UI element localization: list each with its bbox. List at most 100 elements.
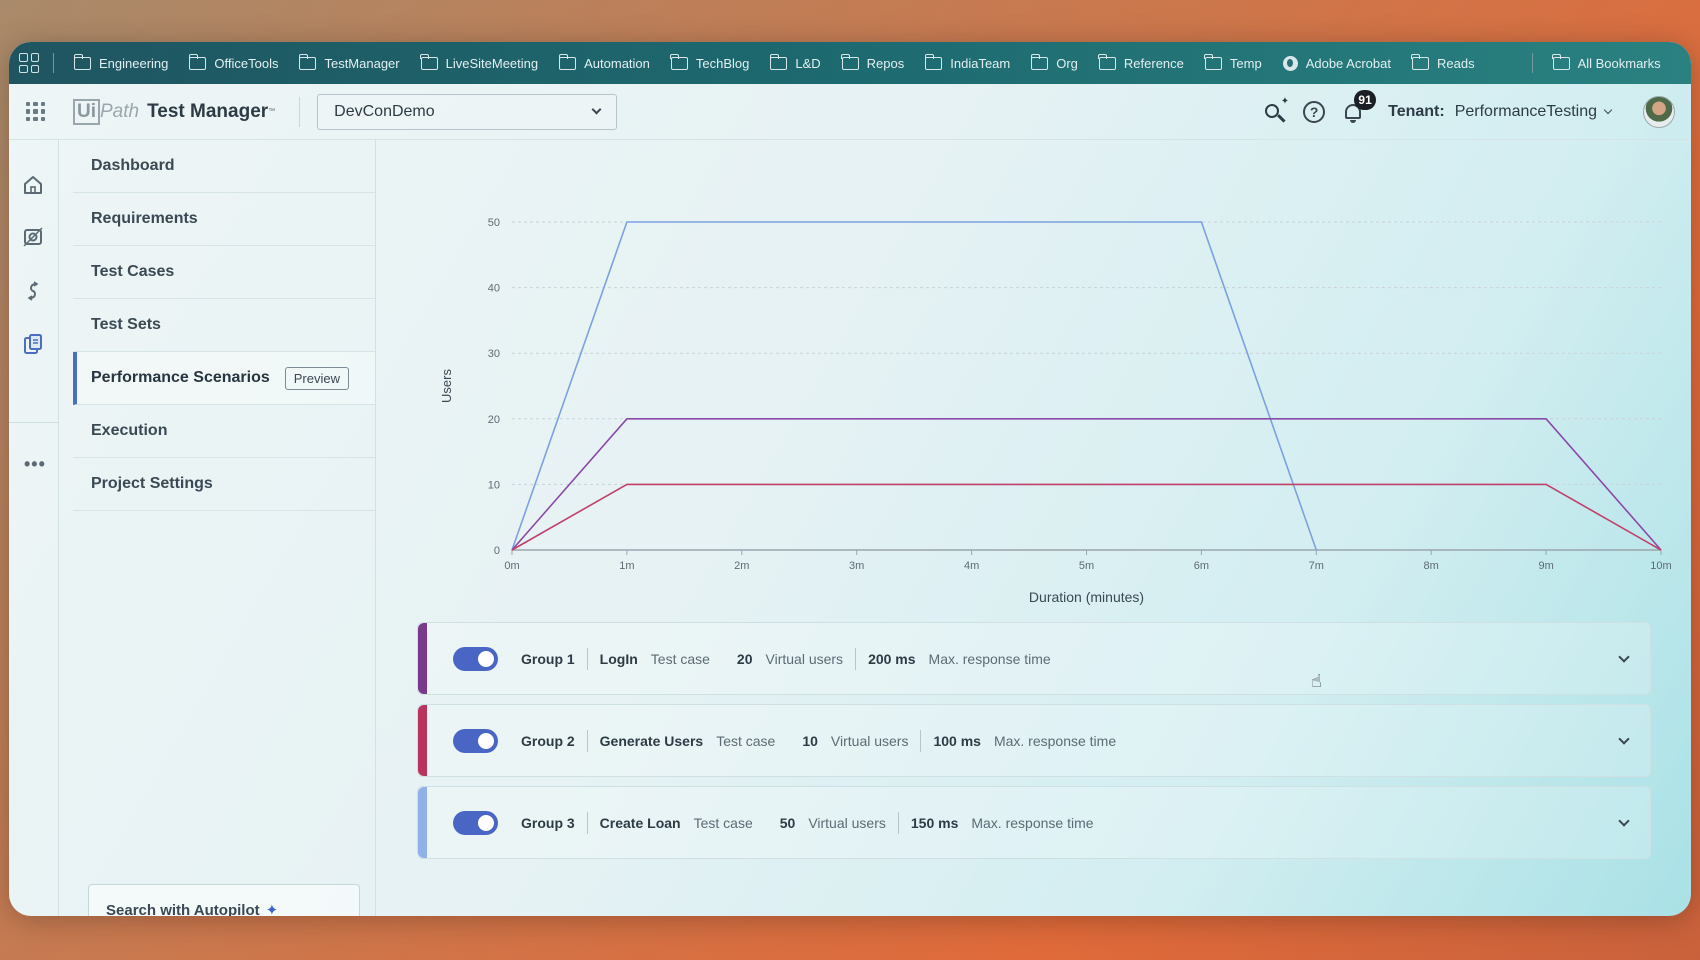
autopilot-search-icon[interactable]: ✦	[1263, 96, 1289, 124]
test-case-name[interactable]: Generate Users	[600, 733, 704, 749]
home-icon[interactable]	[22, 174, 44, 196]
nav-item-label: Test Cases	[91, 263, 175, 280]
folder-icon	[841, 53, 859, 70]
load-profile-chart: 0 10 20 30 40 50 0m 1m 2m 3m 4m 5m 6m 7m 8m 9m 10m Durati…	[439, 217, 1672, 605]
bookmark-label: OfficeTools	[214, 55, 279, 71]
nav-item-test-cases[interactable]: Test Cases	[73, 246, 375, 299]
nav-item-execution[interactable]: Execution	[73, 405, 375, 458]
mouse-cursor: ☝	[1311, 671, 1322, 691]
nav-item-dashboard[interactable]: Dashboard	[73, 140, 375, 193]
group-card[interactable]: Group 2 Generate Users Test case 10 Virtual …	[417, 704, 1651, 777]
x-axis-label: Duration (minutes)	[1029, 589, 1144, 605]
folder-icon	[1552, 53, 1570, 70]
virtual-users-label: Virtual users	[765, 650, 844, 667]
tenant-label: Tenant:	[1388, 103, 1445, 120]
notifications-bell-icon[interactable]: 91	[1342, 90, 1377, 124]
bookmark-label: IndiaTeam	[950, 55, 1011, 71]
bookmark-livesitemeeting[interactable]: LiveSiteMeeting	[420, 53, 539, 71]
virtual-users-label: Virtual users	[808, 814, 886, 831]
project-selector[interactable]: DevConDemo	[317, 93, 618, 130]
rail-divider	[9, 422, 59, 423]
bookmark-label: TechBlog	[695, 55, 750, 71]
bookmark-reference[interactable]: Reference	[1098, 53, 1184, 71]
more-icon[interactable]: •••	[24, 454, 46, 475]
folder-icon	[73, 53, 91, 70]
bookmark-reads[interactable]: Reads	[1411, 53, 1475, 71]
apps-grid-icon[interactable]	[19, 53, 39, 73]
divider	[855, 647, 857, 670]
nav-item-project-settings[interactable]: Project Settings	[73, 458, 375, 511]
all-bookmarks-button[interactable]: All Bookmarks	[1552, 53, 1661, 71]
test-case-label: Test case	[650, 650, 710, 667]
group-enabled-toggle[interactable]	[453, 646, 498, 671]
tenant-selector[interactable]: PerformanceTesting	[1455, 103, 1597, 121]
bookmark-techblog[interactable]: TechBlog	[670, 53, 750, 71]
bookmark-label: Temp	[1229, 55, 1262, 71]
virtual-users-count: 20	[736, 650, 753, 667]
bookmark-temp[interactable]: Temp	[1204, 53, 1262, 71]
x-tick-label: 7m	[1309, 560, 1324, 572]
bookmark-repos[interactable]: Repos	[841, 53, 904, 71]
bookmark-label: Automation	[584, 55, 650, 71]
expand-chevron-icon[interactable]	[1618, 815, 1630, 827]
tenant-chevron-icon[interactable]	[1603, 105, 1613, 115]
nav-item-label: Dashboard	[91, 157, 175, 174]
bookmark-testmanager[interactable]: TestManager	[298, 53, 400, 71]
traceability-icon[interactable]	[22, 280, 44, 302]
group-name: Group 3	[521, 814, 575, 831]
x-tick-label: 3m	[849, 560, 864, 572]
help-icon[interactable]: ?	[1303, 101, 1326, 123]
logo-ui: Ui	[73, 98, 100, 125]
divider	[586, 811, 588, 834]
nav-item-requirements[interactable]: Requirements	[73, 193, 375, 246]
bookmark-indiateam[interactable]: IndiaTeam	[924, 53, 1011, 71]
uipath-logo[interactable]: Ui Path Test Manager ™	[73, 98, 275, 125]
nav-item-test-sets[interactable]: Test Sets	[73, 299, 375, 352]
bookmark-adobe-acrobat[interactable]: Adobe Acrobat	[1282, 55, 1391, 71]
max-response-value: 100 ms	[933, 732, 981, 749]
bookmark-label: LiveSiteMeeting	[445, 55, 539, 71]
series-line-3	[511, 483, 1662, 551]
project-name: DevConDemo	[334, 102, 435, 120]
test-case-name[interactable]: LogIn	[600, 651, 638, 667]
folder-icon	[1411, 53, 1429, 70]
max-response-label: Max. response time	[993, 732, 1117, 749]
divider	[920, 729, 922, 752]
bookmark-org[interactable]: Org	[1030, 53, 1078, 71]
folder-icon	[1030, 53, 1049, 70]
bookmark-label: TestManager	[324, 55, 400, 71]
app-launcher-icon[interactable]	[26, 102, 45, 121]
user-avatar[interactable]	[1643, 96, 1675, 128]
y-tick-label: 50	[488, 217, 500, 229]
x-tick-label: 4m	[964, 560, 979, 572]
max-response-value: 200 ms	[868, 650, 916, 667]
test-management-icon[interactable]	[22, 333, 44, 355]
bookmark-l-d[interactable]: L&D	[769, 53, 821, 71]
x-tick-label: 1m	[619, 560, 634, 572]
divider	[897, 811, 899, 834]
header-divider	[299, 96, 301, 127]
bookmark-label: Engineering	[99, 55, 169, 71]
x-tick-label: 5m	[1079, 560, 1094, 572]
test-case-name[interactable]: Create Loan	[600, 815, 681, 831]
group-color-stripe	[418, 705, 427, 776]
group-card[interactable]: Group 1 LogIn Test case 20 Virtual users 200 …	[417, 622, 1651, 695]
y-tick-label: 30	[488, 348, 500, 360]
group-card[interactable]: Group 3 Create Loan Test case 50 Virtual use…	[417, 786, 1651, 859]
all-bookmarks-label: All Bookmarks	[1577, 55, 1661, 71]
folder-icon	[924, 53, 943, 70]
expand-chevron-icon[interactable]	[1618, 733, 1630, 745]
search-with-autopilot-button[interactable]: Search with Autopilot ✦	[88, 884, 360, 916]
group-enabled-toggle[interactable]	[453, 728, 498, 753]
max-response-value: 150 ms	[910, 814, 959, 831]
bookmark-engineering[interactable]: Engineering	[73, 53, 169, 71]
test-explorer-icon[interactable]	[22, 226, 44, 248]
bookmark-officetools[interactable]: OfficeTools	[188, 53, 279, 71]
group-enabled-toggle[interactable]	[453, 810, 498, 835]
bookmark-automation[interactable]: Automation	[558, 53, 650, 71]
folder-icon	[670, 53, 688, 70]
nav-item-performance-scenarios[interactable]: Performance Scenarios Preview	[73, 352, 375, 405]
max-response-label: Max. response time	[928, 650, 1051, 667]
expand-chevron-icon[interactable]	[1618, 651, 1630, 663]
y-tick-label: 40	[488, 283, 500, 295]
